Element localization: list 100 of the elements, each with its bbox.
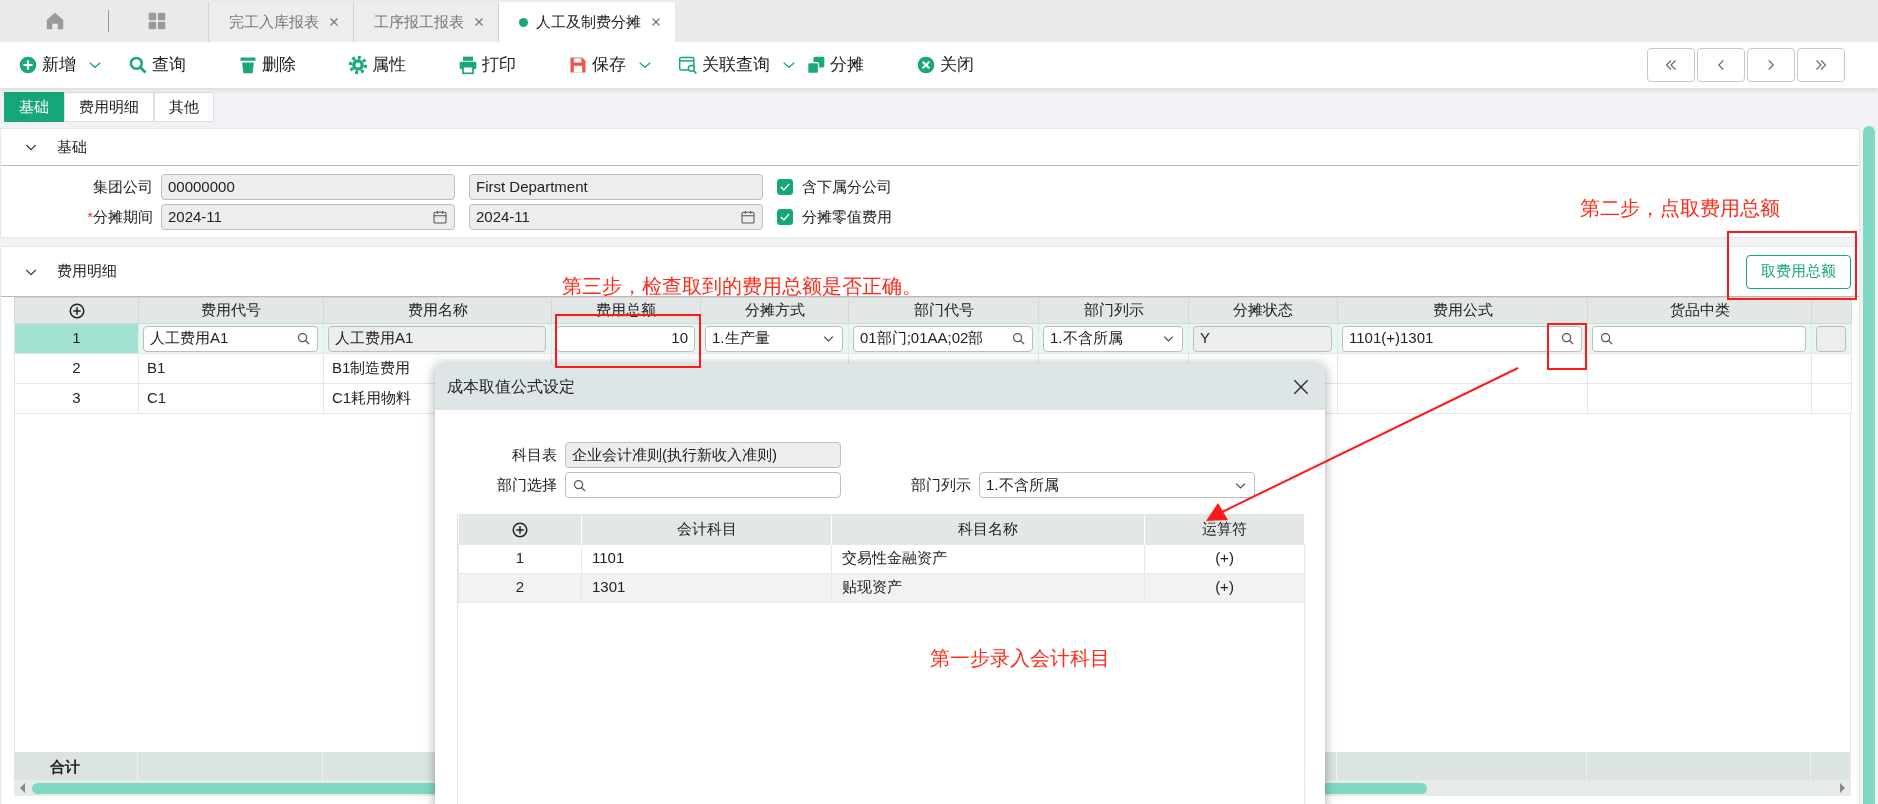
table-cell: 1301: [581, 573, 832, 602]
column-header: 部门列示: [1038, 297, 1189, 324]
table-cell: 1101: [581, 544, 832, 573]
section-title: 费用明细: [57, 261, 117, 282]
printer-icon: [458, 55, 478, 75]
grid-icon: [147, 11, 167, 31]
lookup-field[interactable]: 1101(+)1301: [1342, 325, 1582, 352]
document-tab[interactable]: 工序报工报表: [353, 2, 498, 42]
field-label: 集团公司: [93, 177, 153, 195]
document-tab[interactable]: 完工入库报表: [208, 2, 353, 42]
column-header: 分摊状态: [1188, 297, 1338, 324]
add-circle-icon: [510, 521, 529, 540]
add-icon: [18, 55, 38, 75]
toolbar-button[interactable]: 查询: [128, 52, 230, 78]
last-page-button[interactable]: [1797, 48, 1845, 82]
date-field[interactable]: 2024-11: [469, 204, 763, 230]
lookup-field[interactable]: 01部门;01AA;02部: [853, 325, 1033, 352]
table-cell: B1: [138, 353, 324, 384]
input-field[interactable]: 企业会计准则(执行新收入准则): [565, 442, 841, 468]
required-marker: *: [87, 207, 93, 225]
table-cell: (+): [1144, 573, 1305, 602]
toolbar-button[interactable]: 分摊: [806, 52, 908, 78]
field-label: 分摊期间: [93, 207, 153, 225]
input-field[interactable]: [1816, 325, 1846, 352]
scroll-left-icon: [18, 782, 26, 794]
field-label: 部门列示: [910, 474, 972, 495]
column-header: 部门代号: [848, 297, 1039, 324]
home-icon: [44, 10, 66, 32]
dropdown-field[interactable]: 1.不含所属: [979, 472, 1255, 498]
column-header: 费用代号: [138, 297, 324, 324]
gear-icon: [348, 55, 368, 75]
trash-icon: [238, 55, 258, 75]
dropdown-field[interactable]: 1.生产量: [705, 325, 843, 352]
section-tab[interactable]: 费用明细: [64, 92, 154, 122]
annotation-text: 第一步录入会计科目: [930, 646, 1110, 670]
input-field[interactable]: 10: [556, 325, 695, 352]
add-circle-icon: [67, 302, 86, 321]
tab-label: 完工入库报表: [229, 11, 319, 32]
calendar-icon: [432, 209, 448, 225]
annotation-text: 第二步，点取费用总额: [1580, 196, 1780, 220]
row-number: 2: [14, 353, 139, 384]
row-number: 1: [458, 544, 582, 573]
input-field[interactable]: 00000000: [161, 174, 455, 200]
toolbar-button[interactable]: 保存: [568, 52, 670, 78]
toolbar-button[interactable]: 删除: [238, 52, 340, 78]
calendar-icon: [740, 209, 756, 225]
table-cell: 贴现资产: [831, 573, 1145, 602]
search-icon: [128, 55, 148, 75]
dropdown-field[interactable]: 1.不含所属: [1043, 325, 1183, 352]
checkbox-label: 含下属分公司: [802, 176, 892, 197]
input-field[interactable]: Y: [1193, 325, 1332, 352]
document-tab[interactable]: 人工及制费分摊: [498, 2, 675, 42]
input-field[interactable]: 人工费用A1: [328, 325, 546, 352]
table-cell: 交易性金融资产: [831, 544, 1145, 573]
annotation-text: 第三步，检查取到的费用总额是否正确。: [562, 274, 922, 298]
column-header: 运算符: [1144, 515, 1305, 544]
lookup-field[interactable]: 人工费用A1: [143, 325, 318, 352]
column-header: 会计科目: [581, 515, 832, 544]
toolbar-button[interactable]: 关闭: [916, 52, 1018, 78]
search-icon: [1599, 331, 1614, 346]
home-button[interactable]: [44, 10, 66, 32]
scrollbar-thumb[interactable]: [1863, 126, 1875, 804]
scroll-right-icon: [1839, 782, 1847, 794]
tab-label: 工序报工报表: [374, 11, 464, 32]
search-icon: [296, 331, 311, 346]
toolbar-button[interactable]: 关联查询: [678, 52, 798, 78]
toolbar-button[interactable]: 新增: [18, 52, 120, 78]
highlight-frame: [1547, 323, 1587, 370]
column-header: 费用公式: [1337, 297, 1588, 324]
squares-icon: [806, 55, 826, 75]
date-field[interactable]: 2024-11: [161, 204, 455, 230]
row-number: 3: [14, 383, 139, 414]
table-cell: C1: [138, 383, 324, 414]
previous-button[interactable]: [1697, 48, 1745, 82]
window-search-icon: [678, 55, 698, 75]
column-header: 费用名称: [323, 297, 552, 324]
first-page-button[interactable]: [1647, 48, 1695, 82]
column-header: 货品中类: [1587, 297, 1812, 324]
checkbox[interactable]: [777, 179, 793, 195]
row-number: 2: [458, 573, 582, 602]
checkbox-label: 分摊零值费用: [802, 206, 892, 227]
search-icon: [572, 477, 587, 493]
tab-label: 人工及制费分摊: [536, 11, 641, 32]
apps-button[interactable]: [147, 11, 167, 31]
table-cell: (+): [1144, 544, 1305, 573]
close-circle-icon: [916, 55, 936, 75]
field-label: 科目表: [511, 444, 558, 465]
status-dot: [519, 17, 528, 27]
next-button[interactable]: [1747, 48, 1795, 82]
search-icon: [1560, 331, 1575, 346]
toolbar-button[interactable]: 打印: [458, 52, 560, 78]
column-header: 科目名称: [831, 515, 1145, 544]
toolbar-button[interactable]: 属性: [348, 52, 450, 78]
checkbox[interactable]: [777, 209, 793, 225]
search-icon: [1011, 331, 1026, 346]
section-title: 基础: [57, 136, 87, 157]
lookup-field[interactable]: [565, 472, 841, 498]
section-tab[interactable]: 其他: [154, 92, 214, 122]
input-field[interactable]: First Department: [469, 174, 763, 200]
lookup-field[interactable]: [1592, 325, 1806, 352]
